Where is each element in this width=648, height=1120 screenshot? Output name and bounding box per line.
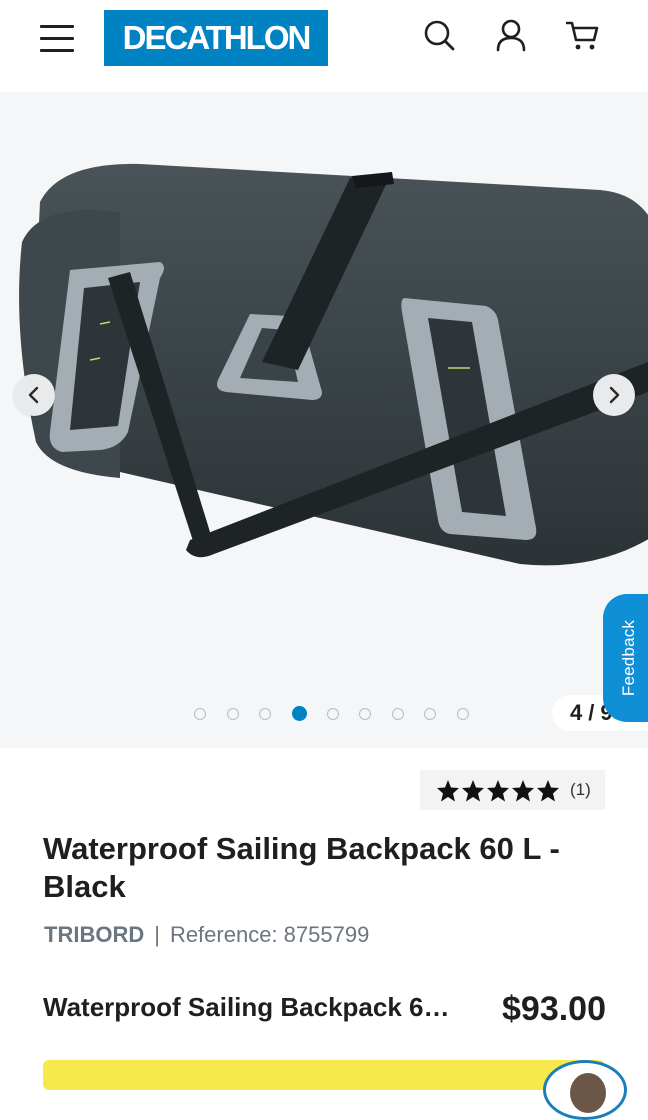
star-icon <box>537 779 559 801</box>
gallery-dot[interactable] <box>391 707 404 720</box>
gallery-dot[interactable] <box>194 707 206 720</box>
product-title: Waterproof Sailing Backpack 60 L - Black <box>43 831 560 904</box>
gallery-dot[interactable] <box>259 707 271 720</box>
star-icon <box>512 779 534 801</box>
gallery-dot-active[interactable] <box>291 706 307 721</box>
decathlon-logo[interactable]: DECATHLON <box>104 10 328 66</box>
review-count: (1) <box>570 780 591 799</box>
star-icon <box>487 779 509 801</box>
add-to-cart-button[interactable] <box>43 1060 605 1090</box>
image-counter-separator: / <box>588 700 595 725</box>
logo-text: DECATHLON <box>122 19 312 56</box>
chevron-right-icon <box>609 386 620 404</box>
chat-assistant-avatar[interactable] <box>543 1060 627 1120</box>
user-icon[interactable] <box>494 18 528 52</box>
avatar-face <box>570 1073 606 1113</box>
gallery-dot[interactable] <box>456 707 469 720</box>
product-meta: TRIBORD | Reference: 8755799 <box>44 922 369 948</box>
image-counter-current: 4 <box>570 700 583 725</box>
meta-separator: | <box>154 922 160 947</box>
star-icon <box>437 779 459 801</box>
gallery-dot[interactable] <box>226 707 239 720</box>
product-image-gallery[interactable]: 4 / 9 <box>0 92 648 748</box>
product-image <box>19 163 648 566</box>
feedback-label: Feedback <box>619 619 639 697</box>
previous-image-button[interactable] <box>13 374 55 416</box>
brand-link[interactable]: TRIBORD <box>44 922 144 948</box>
gallery-dot[interactable] <box>424 707 436 720</box>
product-price: $93.00 <box>502 990 606 1028</box>
feedback-button[interactable]: Feedback <box>603 594 648 722</box>
gallery-dot[interactable] <box>326 707 339 720</box>
cart-icon[interactable] <box>565 18 600 52</box>
gallery-dot[interactable] <box>359 707 371 720</box>
chevron-left-icon <box>28 386 39 404</box>
star-rating <box>436 779 560 802</box>
next-image-button[interactable] <box>593 374 635 416</box>
star-icon <box>462 779 484 801</box>
hamburger-menu-icon[interactable] <box>40 23 74 55</box>
search-icon[interactable] <box>422 18 456 52</box>
sticky-product-name: Waterproof Sailing Backpack 60 L - Black <box>43 992 453 1022</box>
gallery-pagination-dots <box>194 706 489 721</box>
product-reference: Reference: 8755799 <box>169 922 370 947</box>
rating-summary[interactable]: (1) <box>420 770 605 810</box>
site-header: DECATHLON <box>0 0 648 92</box>
